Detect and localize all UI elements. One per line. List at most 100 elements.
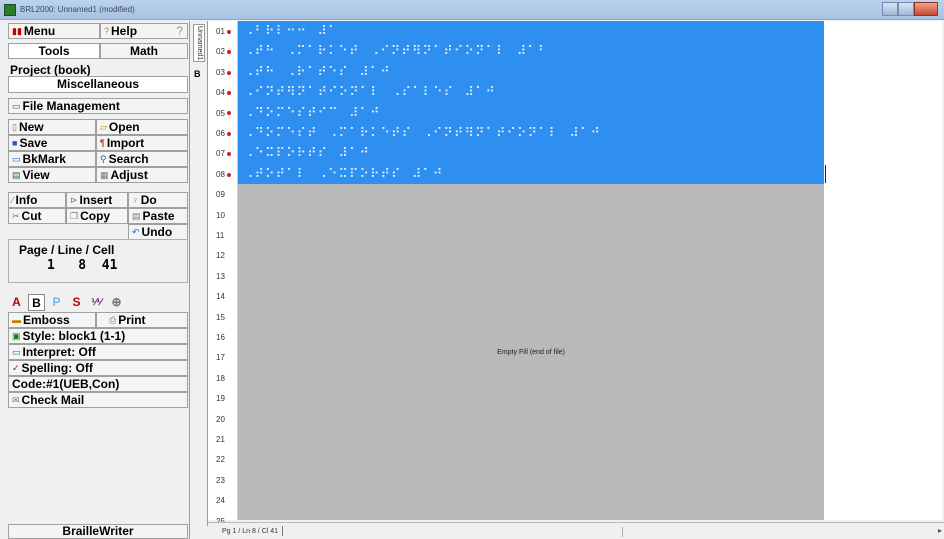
line-number-text: 09 [216,190,225,200]
title-bar: BRL2000: Unnamed1 (modified) [0,0,944,20]
maximize-button[interactable] [897,2,914,16]
line-marker-icon [226,152,231,157]
project-field[interactable]: Miscellaneous [8,76,188,93]
adjust-button[interactable]: ▦ Adjust [96,167,188,183]
copy-button[interactable]: ❐ Copy [66,208,128,224]
menu-button[interactable]: ▮▮ Menu [8,23,100,39]
save-button[interactable]: ■ Save [8,135,96,151]
braille-line[interactable]: ⠠⠃⠗⠇⠒⠒ ⠼⠁ [244,21,338,42]
braillewriter-button[interactable]: BrailleWriter [8,524,188,539]
braille-line[interactable]: ⠠⠙⠕⠍⠑⠎⠞ ⠠⠍⠁⠗⠅⠑⠞⠎ ⠠⠊⠝⠞⠻⠝⠁⠞⠊⠕⠝⠁⠇ ⠼⠁⠚ [244,123,601,144]
line-number-text: 04 [216,88,225,98]
braille-line[interactable]: ⠠⠑⠭⠏⠕⠗⠞⠎ ⠼⠁⠚ [244,143,370,164]
do-button[interactable]: ♀ Do [128,192,188,208]
line-number: 05 [216,103,238,124]
line-number: 12 [216,245,238,266]
undo-icon: ↶ [132,227,140,237]
spelling-button[interactable]: ✓ Spelling: Off [8,360,188,376]
bookmark-label: BkMark [22,152,66,166]
line-number-text: 19 [216,394,225,404]
line-marker-icon [226,70,231,75]
print-button[interactable]: ⎙ Print [96,312,188,328]
view-icon: ▤ [12,170,21,180]
line-number-text: 21 [216,435,225,444]
braille-line[interactable]: ⠠⠞⠓ ⠠⠍⠁⠗⠅⠑⠞ ⠠⠊⠝⠞⠻⠝⠁⠞⠊⠕⠝⠁⠇ ⠼⠁⠃ [244,41,548,62]
import-icon: ¶ [100,138,105,148]
close-button[interactable] [913,2,938,16]
check-mail-button[interactable]: ✉ Check Mail [8,392,188,408]
line-number-text: 14 [216,292,225,302]
line-number-text: 15 [216,312,225,322]
view-button[interactable]: ▤ View [8,167,96,183]
tab-math[interactable]: Math [100,43,188,59]
open-button[interactable]: ▱ Open [96,119,188,135]
info-button[interactable]: ∕ Info [8,192,66,208]
position-status: Page / Line / Cell 1 8 41 [8,239,188,283]
app-icon [4,3,16,16]
line-number: 18 [216,368,238,389]
emboss-button[interactable]: ▬ Emboss [8,312,96,328]
line-number-text: 08 [216,169,225,179]
paste-icon: ▤ [132,211,141,221]
help-icon: ? [104,26,110,36]
minimize-button[interactable] [882,2,898,16]
menu-label: Menu [23,24,56,38]
style-button[interactable]: ▣ Style: block1 (1-1) [8,328,188,344]
scroll-right-icon[interactable]: ▸ [938,526,942,535]
line-number: 16 [216,327,238,348]
insert-label: Insert [79,193,113,207]
insert-button[interactable]: ⊳ Insert [66,192,128,208]
cut-label: Cut [21,209,42,223]
scissors-icon: ✂ [12,211,20,221]
line-number: 10 [216,205,238,226]
help-button[interactable]: ? Help ? [100,23,188,39]
interpret-button[interactable]: ▭ Interpret: Off [8,344,188,360]
new-button[interactable]: ▯ New [8,119,96,135]
open-folder-icon: ▱ [100,122,107,132]
spelling-icon: ✓ [12,363,20,373]
mode-b-button[interactable]: B [28,293,45,311]
spelling-label: Spelling: Off [21,361,93,375]
line-number-text: 01 [216,27,225,36]
mode-s-button[interactable]: S [68,294,85,311]
style-label: Style: block1 (1-1) [22,329,126,343]
bookmark-button[interactable]: ▭ BkMark [8,151,96,167]
undo-label: Undo [141,225,173,239]
file-management-label: File Management [22,99,120,113]
braille-line[interactable]: ⠠⠙⠕⠍⠑⠎⠞⠊⠉ ⠼⠁⠚ [244,103,381,124]
code-button[interactable]: Code:#1(UEB,Con) [8,376,188,392]
mode-a-button[interactable]: A [8,294,25,311]
line-number: 03 [216,62,238,83]
line-number-text: 13 [216,271,225,281]
text-cursor [825,165,826,183]
style-icon: ▣ [12,331,21,341]
braille-editor[interactable]: 01 02 03 04 05 06 07 08 09 10 11 12 13 14 15 16 17 18 19 20… [208,21,942,526]
tab-tools[interactable]: Tools [8,43,100,59]
braille-line[interactable]: ⠠⠊⠝⠞⠻⠝⠁⠞⠊⠕⠝⠁⠇ ⠠⠎⠁⠇⠑⠎ ⠼⠁⠚ [244,82,496,103]
line-number-text: 17 [216,353,225,363]
position-header: Page / Line / Cell [19,243,115,257]
cut-button[interactable]: ✂ Cut [8,208,66,224]
file-management-button[interactable]: ▭ File Management [8,98,188,114]
braille-line[interactable]: ⠠⠞⠕⠞⠁⠇ ⠠⠑⠭⠏⠕⠗⠞⠎ ⠼⠁⠚ [244,164,443,185]
import-button[interactable]: ¶ Import [96,135,188,151]
status-bar: Pg 1 / Ln 8 / Cl 41 ▸ [208,522,944,539]
document-tab[interactable]: Unnamed1 [193,24,205,62]
pin-icon[interactable]: ⊕ [108,294,125,311]
printer-icon: ⎙ [109,315,117,325]
fraction-icon[interactable]: ⅟⅟ [88,294,105,311]
line-number: 01 [216,21,238,42]
paste-label: Paste [142,209,175,223]
paste-button[interactable]: ▤ Paste [128,208,188,224]
mode-p-button[interactable]: P [48,294,65,311]
text-area[interactable]: Empty Fill (end of file) ⠠⠃⠗⠇⠒⠒ ⠼⠁ ⠠⠞⠓ ⠠⠍… [238,21,824,520]
search-button[interactable]: ⚲ Search [96,151,188,167]
line-number-text: 16 [216,333,225,342]
line-number-text: 06 [216,129,225,138]
adjust-icon: ▦ [100,170,109,180]
undo-button[interactable]: ↶ Undo [128,224,188,240]
line-number: 17 [216,347,238,368]
tool-panel: ▮▮ Menu ? Help ? Tools Math Project (boo… [0,21,190,539]
line-number: 04 [216,82,238,103]
braille-line[interactable]: ⠠⠞⠓ ⠠⠗⠁⠞⠑⠎ ⠼⠁⠚ [244,62,391,83]
